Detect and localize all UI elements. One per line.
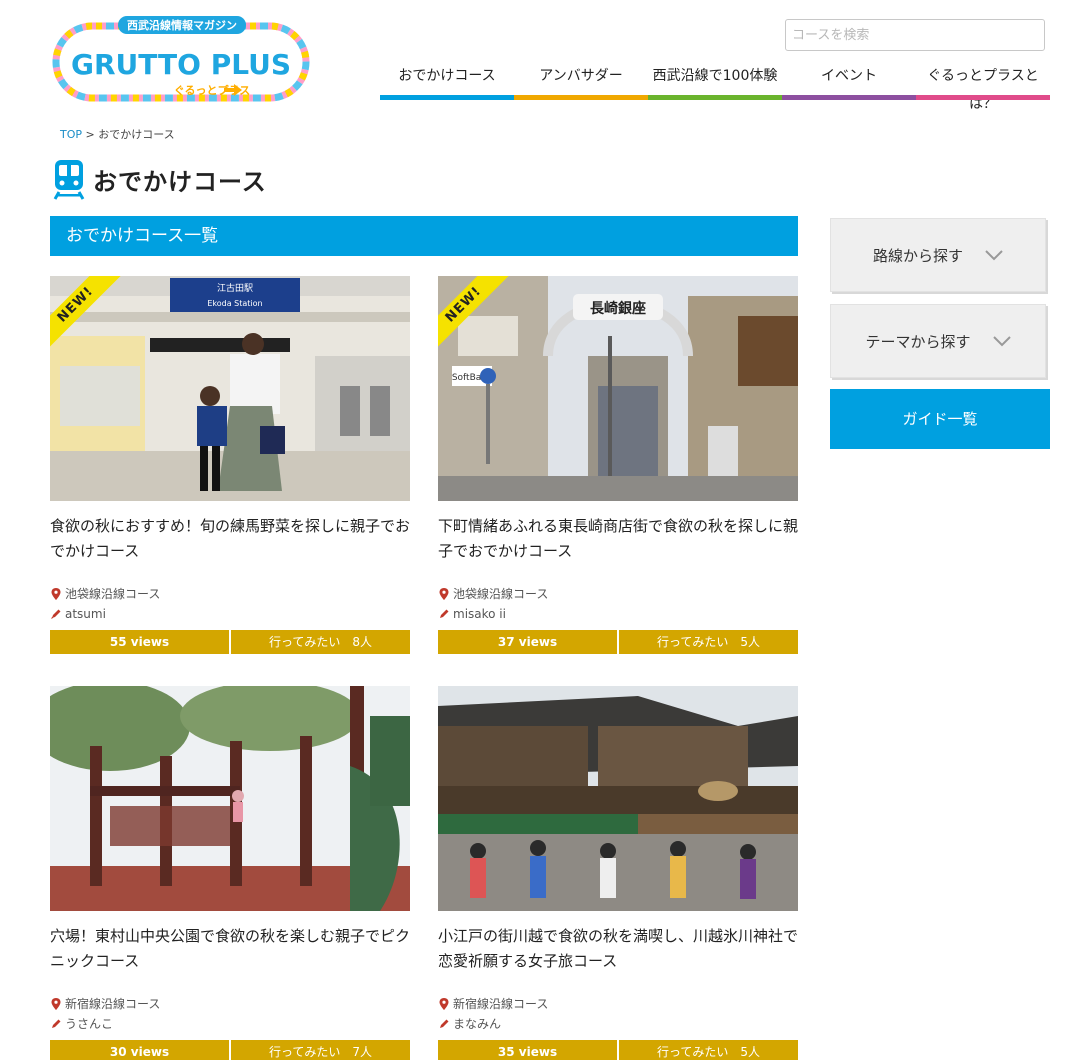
course-title-link[interactable]: 食欲の秋におすすめ！旬の練馬野菜を探しに親子でおでかけコース — [50, 514, 410, 564]
want-to-go-button[interactable]: 行ってみたい 5人 — [619, 630, 798, 654]
course-line: 池袋線沿線コース — [65, 587, 161, 601]
logo-wordmark: GRUTTO PLUS — [71, 48, 291, 81]
theme-search-label: テーマから探す — [865, 332, 971, 351]
main-nav: おでかけコース アンバサダー 西武沿線で100体験 イベント ぐるっとプラスとは… — [380, 62, 1050, 112]
pencil-icon — [51, 609, 61, 619]
view-count: 37 views — [438, 630, 617, 654]
course-title-link[interactable]: 穴場！東村山中央公園で食欲の秋を楽しむ親子でピクニックコース — [50, 924, 410, 974]
station-sign-text: 江古田駅 — [217, 282, 253, 294]
breadcrumb-current: おでかけコース — [98, 128, 175, 141]
guide-list-button[interactable]: ガイド一覧 — [830, 389, 1050, 449]
view-count: 30 views — [50, 1040, 229, 1060]
course-photo[interactable]: SoftBank 長崎銀座 NEW! — [438, 276, 798, 501]
course-line: 新宿線沿線コース — [65, 997, 161, 1011]
location-pin-icon — [51, 998, 61, 1010]
want-to-go-button[interactable]: 行ってみたい 5人 — [619, 1040, 798, 1060]
arch-sign-text: 長崎銀座 — [590, 300, 646, 317]
view-count: 35 views — [438, 1040, 617, 1060]
course-card: SoftBank 長崎銀座 NEW! 下町情緒あふれる東長崎商店街で食欲の秋を探… — [438, 276, 798, 654]
course-author: misako ii — [453, 607, 506, 621]
course-card: 穴場！東村山中央公園で食欲の秋を楽しむ親子でピクニックコース 新宿線沿線コース … — [50, 686, 410, 1060]
nav-item-about[interactable]: ぐるっとプラスとは？ — [916, 62, 1050, 112]
breadcrumb-separator: > — [85, 128, 95, 141]
route-search-label: 路線から探す — [872, 246, 963, 265]
logo-tagline: 西武沿線情報マガジン — [127, 18, 237, 32]
location-pin-icon — [439, 998, 449, 1010]
chevron-down-icon — [985, 250, 1003, 261]
nav-item-ambassador[interactable]: アンバサダー — [514, 62, 648, 100]
page-title: おでかけコース — [93, 167, 267, 196]
course-title-link[interactable]: 下町情緒あふれる東長崎商店街で食欲の秋を探しに親子でおでかけコース — [438, 514, 798, 564]
pencil-icon — [440, 1019, 449, 1028]
page-title-area: おでかけコース — [53, 158, 267, 200]
search-by-route-dropdown[interactable]: 路線から探す — [830, 218, 1046, 292]
course-search-input[interactable] — [785, 19, 1045, 51]
train-icon — [53, 160, 85, 200]
course-card: 江古田駅 Ekoda Station NEW! 食欲の秋におすすめ！旬の練馬野菜… — [50, 276, 410, 654]
nav-item-odekake[interactable]: おでかけコース — [380, 62, 514, 100]
nav-item-events[interactable]: イベント — [782, 62, 916, 100]
course-card: 小江戸の街川越で食欲の秋を満喫し、川越氷川神社で恋愛祈願する女子旅コース 新宿線… — [438, 686, 798, 1060]
view-count: 55 views — [50, 630, 229, 654]
course-photo[interactable]: 江古田駅 Ekoda Station NEW! — [50, 276, 410, 501]
station-sign-subtext: Ekoda Station — [207, 299, 262, 308]
grutto-plus-logo[interactable]: 西武沿線情報マガジン GRUTTO PLUS ぐるっとプラス — [52, 14, 310, 106]
pencil-icon — [440, 609, 449, 618]
course-photo[interactable] — [438, 686, 798, 911]
want-to-go-button[interactable]: 行ってみたい 8人 — [231, 630, 410, 654]
course-line: 新宿線沿線コース — [453, 997, 549, 1011]
course-author: atsumi — [65, 607, 106, 621]
pencil-icon — [52, 1019, 61, 1028]
course-title-link[interactable]: 小江戸の街川越で食欲の秋を満喫し、川越氷川神社で恋愛祈願する女子旅コース — [438, 924, 798, 974]
nav-item-100-experiences[interactable]: 西武沿線で100体験 — [648, 62, 782, 100]
location-pin-icon — [439, 588, 449, 600]
search-by-theme-dropdown[interactable]: テーマから探す — [830, 304, 1046, 378]
want-to-go-button[interactable]: 行ってみたい 7人 — [231, 1040, 410, 1060]
location-pin-icon — [51, 588, 61, 600]
breadcrumb-top-link[interactable]: TOP — [60, 128, 82, 141]
chevron-down-icon — [992, 336, 1011, 347]
breadcrumb: TOP > おでかけコース — [60, 126, 175, 142]
section-header: おでかけコース一覧 — [50, 216, 798, 256]
course-author: まなみん — [453, 1017, 502, 1031]
course-author: うさんこ — [65, 1017, 114, 1031]
course-photo[interactable] — [50, 686, 410, 911]
course-line: 池袋線沿線コース — [453, 587, 549, 601]
